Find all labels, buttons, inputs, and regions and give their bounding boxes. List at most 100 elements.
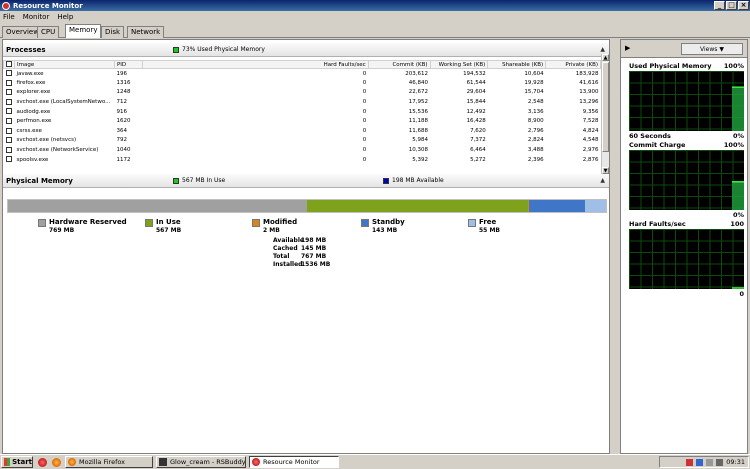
stat-cached: Cached 145 MB xyxy=(273,245,330,253)
menu-monitor[interactable]: Monitor xyxy=(23,13,50,21)
network-icon[interactable] xyxy=(706,458,714,466)
tab-cpu[interactable]: CPU xyxy=(37,26,60,38)
cell-hard-faults: 0 xyxy=(362,127,367,134)
legend-value: 567 MB xyxy=(156,227,182,234)
cell-private: 4,548 xyxy=(582,137,599,144)
row-checkbox[interactable] xyxy=(4,69,15,79)
used-memory-legend-text: 73% Used Physical Memory xyxy=(182,46,265,53)
cell-image: javaw.exe xyxy=(16,70,44,77)
volume-icon[interactable] xyxy=(716,458,724,466)
cell-hard-faults: 0 xyxy=(362,108,367,115)
graph-title-text: Used Physical Memory xyxy=(629,62,712,70)
used-memory-graph xyxy=(629,71,744,131)
graph-foot-hard-faults: 0 xyxy=(629,290,744,298)
cell-shareable: 2,796 xyxy=(527,127,544,134)
row-checkbox[interactable] xyxy=(4,126,15,136)
cell-image: svchost.exe (LocalSystemNetwo... xyxy=(16,99,111,106)
tab-network[interactable]: Network xyxy=(127,26,165,38)
cell-working-set: 61,544 xyxy=(466,79,486,86)
row-checkbox[interactable] xyxy=(4,136,15,146)
in-use-legend-text: 567 MB In Use xyxy=(182,177,226,184)
column-shareable[interactable]: Shareable (KB) xyxy=(487,60,547,69)
memory-segment-free xyxy=(584,200,606,212)
table-row[interactable]: svchost.exe (NetworkService) 1040 0 10,308 6… xyxy=(4,145,601,155)
start-button[interactable]: Start xyxy=(1,456,33,468)
graphs-pane: ▶ Views ▼ Used Physical Memory 100% 60 S… xyxy=(620,39,748,454)
views-button[interactable]: Views ▼ xyxy=(681,43,743,55)
stat-key: Cached xyxy=(273,245,298,252)
table-row[interactable]: spoolsv.exe 1172 0 5,392 5,272 2,396 2,876 xyxy=(4,155,601,165)
scroll-down-icon[interactable]: ▼ xyxy=(602,167,609,174)
clock[interactable]: 09:31 xyxy=(726,458,745,466)
stat-total: Total 767 MB xyxy=(273,253,330,261)
memory-usage-bar xyxy=(7,199,607,213)
row-checkbox[interactable] xyxy=(4,88,15,98)
cell-commit: 11,688 xyxy=(408,127,428,134)
processes-header[interactable]: Processes 73% Used Physical Memory ▲ xyxy=(3,43,609,57)
table-row[interactable]: svchost.exe (netsvcs) 792 0 5,984 7,372 2,824… xyxy=(4,136,601,146)
close-button[interactable]: × xyxy=(738,1,749,10)
stat-key: Installed xyxy=(273,261,303,268)
cell-working-set: 6,464 xyxy=(470,147,486,154)
physical-memory-header[interactable]: Physical Memory 567 MB In Use 198 MB Ava… xyxy=(3,174,609,188)
row-checkbox[interactable] xyxy=(4,78,15,88)
table-row[interactable]: perfmon.exe 1620 0 11,188 16,428 8,900 7,528 xyxy=(4,116,601,126)
cell-image: explorer.exe xyxy=(16,89,51,96)
column-private[interactable]: Private (KB) xyxy=(545,60,601,69)
graph-max: 100% xyxy=(723,141,744,149)
tab-disk[interactable]: Disk xyxy=(101,26,125,38)
cell-working-set: 194,532 xyxy=(463,70,486,77)
hard-faults-graph xyxy=(629,229,744,289)
row-checkbox[interactable] xyxy=(4,97,15,107)
cell-hard-faults: 0 xyxy=(362,89,367,96)
select-all-checkbox[interactable] xyxy=(3,60,15,69)
row-checkbox[interactable] xyxy=(4,116,15,126)
row-checkbox[interactable] xyxy=(4,107,15,117)
graph-fill xyxy=(732,181,744,210)
title-bar: Resource Monitor _ □ × xyxy=(0,0,750,11)
minimize-button[interactable]: _ xyxy=(714,1,725,10)
expand-arrow-icon[interactable]: ▶ xyxy=(625,44,630,52)
column-pid[interactable]: PID xyxy=(113,60,143,69)
task-firefox[interactable]: Mozilla Firefox xyxy=(65,456,153,468)
table-row[interactable]: csrss.exe 364 0 11,688 7,620 2,796 4,824 xyxy=(4,126,601,136)
menu-file[interactable]: File xyxy=(3,13,15,21)
legend-value: 2 MB xyxy=(263,227,280,234)
cell-commit: 15,536 xyxy=(408,108,428,115)
graph-max: 100% xyxy=(723,62,744,70)
in-use-swatch xyxy=(145,219,153,227)
available-swatch xyxy=(383,177,389,184)
tab-memory[interactable]: Memory xyxy=(65,24,102,38)
cell-hard-faults: 0 xyxy=(362,99,367,106)
in-use-legend: 567 MB In Use xyxy=(173,177,225,184)
scroll-up-icon[interactable]: ▲ xyxy=(602,54,609,61)
cell-shareable: 2,824 xyxy=(527,137,544,144)
tray-icon[interactable] xyxy=(686,458,694,466)
row-checkbox[interactable] xyxy=(4,155,15,165)
row-checkbox[interactable] xyxy=(4,145,15,155)
collapse-icon[interactable]: ▲ xyxy=(600,177,605,184)
column-hard-faults[interactable]: Hard Faults/sec xyxy=(141,60,369,69)
table-row[interactable]: explorer.exe 1248 0 22,672 29,604 15,704 13,90… xyxy=(4,88,601,98)
menu-help[interactable]: Help xyxy=(57,13,73,21)
process-scrollbar[interactable]: ▲ ▼ xyxy=(601,54,609,174)
quicklaunch-icon[interactable] xyxy=(38,457,47,467)
table-row[interactable]: audiodg.exe 916 0 15,536 12,492 3,136 9,356 xyxy=(4,107,601,117)
available-legend-text: 198 MB Available xyxy=(392,177,444,184)
column-commit[interactable]: Commit (KB) xyxy=(367,60,431,69)
table-row[interactable]: javaw.exe 196 0 203,612 194,532 10,604 183,928 xyxy=(4,69,601,79)
scroll-thumb[interactable] xyxy=(602,62,609,152)
graph-foot-used-memory: 60 Seconds 0% xyxy=(629,132,744,140)
collapse-icon[interactable]: ▲ xyxy=(600,46,605,53)
column-working-set[interactable]: Working Set (KB) xyxy=(429,60,489,69)
tray-icon[interactable] xyxy=(696,458,704,466)
firefox-quicklaunch-icon[interactable] xyxy=(52,457,61,467)
graph-title-commit-charge: Commit Charge 100% xyxy=(629,141,744,149)
maximize-button[interactable]: □ xyxy=(726,1,737,10)
task-label: Resource Monitor xyxy=(263,458,320,466)
table-row[interactable]: svchost.exe (LocalSystemNetwo... 712 0 17,9… xyxy=(4,97,601,107)
column-image[interactable]: Image xyxy=(14,60,115,69)
task-resource-monitor[interactable]: Resource Monitor xyxy=(249,456,339,468)
task-rsbuddy[interactable]: Glow_cream - RSBuddy 1... xyxy=(156,456,246,468)
table-row[interactable]: firefox.exe 1316 0 46,840 61,544 19,928 41,616 xyxy=(4,78,601,88)
